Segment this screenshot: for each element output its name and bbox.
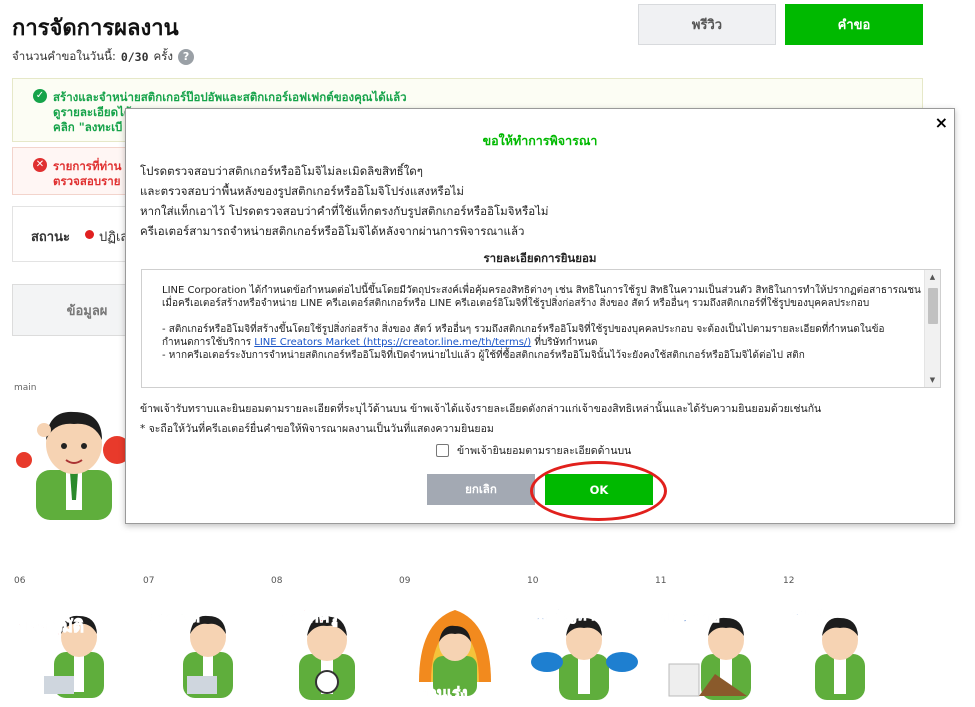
check-line: ครีเอเตอร์สามารถจำหน่ายสติกเกอร์หรืออิโม… [140,224,525,238]
sticker-caption: งานเร่ง [421,684,468,702]
check-line: หากใส่แท็กเอาไว้ โปรดตรวจสอบว่าคำที่ใช้แ… [140,204,549,218]
close-icon[interactable]: × [935,113,948,132]
main-label: main [14,383,37,393]
success-notice-line3: คลิก "ลงทะเบี [53,120,123,134]
sticker-image[interactable]: ขออนุมัติ [14,592,126,704]
sticker-caption: สนใจ [791,604,824,622]
error-circle-icon: ✕ [33,158,47,172]
status-label: สถานะ [31,230,70,245]
scrollbar[interactable]: ▲ ▼ [924,270,940,387]
sticker-character-icon: ขอทราบ [661,607,751,700]
error-notice-line2: ตรวจสอบราย [53,174,121,188]
modal-title: ขอให้ทำการพิจารณา [482,133,598,148]
sticker-number: 10 [527,576,539,586]
consent-statement: ข้าพเจ้ารับทราบและยินยอมตามรายละเอียดที่… [140,403,822,415]
sticker-number: 06 [14,576,26,586]
terms-paragraph: LINE Corporation ได้กำหนดข้อกำหนดต่อไปนี… [162,285,921,309]
sticker-character-icon: ขออนุมัติ [18,615,104,698]
sticker-character-icon: พบปัญหา [531,606,638,700]
sticker-caption: ขออนุมัติ [18,617,84,637]
consent-note: * จะถือให้วันที่ครีเอเตอร์ยื่นคำขอให้พิจ… [140,423,494,435]
request-count: จำนวนคำขอในวันนี้: 0/30 ครั้ง ? [12,48,195,66]
sticker-number: 08 [271,576,283,586]
sticker-image[interactable]: สนใจ [783,592,895,704]
sticker-number: 09 [399,576,411,586]
sticker-caption: รอสักครู่ [281,607,338,628]
check-line: และตรวจสอบว่าพื้นหลังของรูปสติกเกอร์หรือ… [140,184,464,198]
help-icon[interactable]: ? [178,49,195,65]
request-count-label: จำนวนคำขอในวันนี้: [12,49,116,63]
page-title: การจัดการผลงาน [12,16,179,41]
scrollbar-thumb[interactable] [928,288,938,324]
sticker-number: 07 [143,576,155,586]
sticker-caption: พบปัญหา [535,606,595,624]
terms-text: LINE Corporation ได้กำหนดข้อกำหนดต่อไปนี… [162,284,922,375]
terms-paragraph: - สติกเกอร์หรืออิโมจิที่สร้างขึ้นโดยใช้ร… [162,323,922,362]
sticker-image[interactable]: พบปัญหา [527,592,639,704]
consent-modal: × ขอให้ทำการพิจารณา โปรดตรวจสอบว่าสติกเก… [125,108,955,524]
terms-link[interactable]: LINE Creators Market (https://creator.li… [254,337,531,348]
sticker-caption: ขอทราบ [661,607,720,626]
status-value: ปฏิเส [99,230,129,245]
scroll-down-icon[interactable]: ▼ [925,373,940,387]
check-line: โปรดตรวจสอบว่าสติกเกอร์หรืออิโมจิไม่ละเม… [140,164,423,178]
sticker-character-icon [16,411,131,520]
sticker-character-icon: สนใจ [791,604,865,700]
sticker-character-icon: รอสักครู่ [281,607,355,700]
highlight-ring [530,461,667,521]
page-root: การจัดการผลงาน จำนวนคำขอในวันนี้: 0/30 ค… [0,0,975,707]
main-sticker-image [14,400,134,520]
sticker-number: 11 [655,576,667,586]
terms-title: รายละเอียดการยินยอม [483,251,597,265]
preview-button[interactable]: พรีวิว [638,4,776,45]
sticker-character-icon: งานเร่ง [419,610,491,702]
terms-scroll-box[interactable]: LINE Corporation ได้กำหนดข้อกำหนดต่อไปนี… [141,269,941,388]
status-dot-icon [85,230,94,239]
request-button[interactable]: คำขอ [785,4,923,45]
sticker-image[interactable]: ส่งอีเมล [143,592,255,704]
agree-checkbox-row[interactable]: ข้าพเจ้ายินยอมตามรายละเอียดด้านบน [436,442,631,459]
sticker-image[interactable]: ขอทราบ [655,592,767,704]
sticker-number: 12 [783,576,795,586]
cancel-button[interactable]: ยกเลิก [427,474,535,505]
agree-checkbox-label: ข้าพเจ้ายินยอมตามรายละเอียดด้านบน [457,445,632,457]
check-circle-icon: ✓ [33,89,47,103]
scroll-up-icon[interactable]: ▲ [925,270,940,284]
sticker-image[interactable]: รอสักครู่ [271,592,383,704]
sticker-character-icon: ส่งอีเมล [147,607,233,698]
request-count-unit: ครั้ง [153,49,174,63]
terms-paragraph-text: ที่บริษัทกำหนด [534,337,598,348]
request-count-value: 0/30 [120,50,149,64]
agree-checkbox[interactable] [436,444,449,457]
terms-paragraph-text: - หากครีเอเตอร์ระงับการจำหน่ายสติกเกอร์ห… [162,350,805,361]
sticker-caption: ส่งอีเมล [147,607,200,626]
sticker-image[interactable]: งานเร่ง [399,592,511,704]
